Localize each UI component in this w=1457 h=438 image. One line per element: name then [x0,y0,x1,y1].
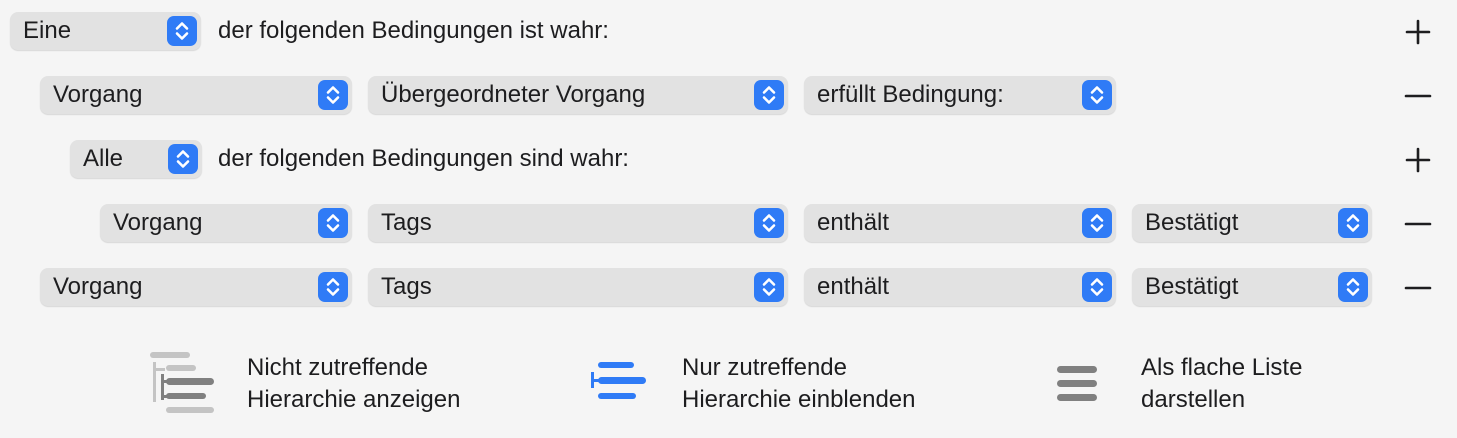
flat-list-icon [1057,366,1097,401]
operator-popup[interactable]: erfüllt Bedingung: [804,76,1116,114]
hierarchy-gray-icon [150,352,214,413]
operator-stepper-icon [1082,272,1112,302]
match-condition-label: der folgenden Bedingungen ist wahr: [218,17,609,44]
field-popup[interactable]: Vorgang [100,204,352,242]
operator-value: enthält [817,273,890,300]
field-popup[interactable]: Vorgang [40,268,352,306]
property-stepper-icon [754,272,784,302]
nested-match-type-stepper-icon [168,144,198,174]
match-type-value: Eine [23,17,72,44]
nested-match-type-value: Alle [83,145,124,172]
property-popup[interactable]: Tags [368,204,788,242]
match-type-popup[interactable]: Eine [10,12,201,50]
value-stepper-icon [1338,272,1368,302]
property-popup[interactable]: Übergeordneter Vorgang [368,76,788,114]
remove-condition-minus-icon[interactable] [1403,209,1433,239]
option-line1: Nicht zutreffende [247,354,428,381]
option-line2: Hierarchie einblenden [682,386,916,413]
remove-condition-minus-icon[interactable] [1403,273,1433,303]
value-popup[interactable]: Bestätigt [1132,268,1372,306]
option-line2: Hierarchie anzeigen [247,386,461,413]
nested-match-condition-label: der folgenden Bedingungen sind wahr: [218,145,629,172]
property-value: Tags [381,209,432,236]
option-line1: Als flache Liste [1141,354,1303,381]
property-value: Tags [381,273,432,300]
operator-popup[interactable]: enthält [804,268,1116,306]
property-stepper-icon [754,208,784,238]
remove-condition-minus-icon[interactable] [1403,81,1433,111]
operator-value: enthält [817,209,890,236]
property-value: Übergeordneter Vorgang [381,81,646,108]
field-value: Vorgang [53,81,143,108]
operator-popup[interactable]: enthält [804,204,1116,242]
match-type-stepper-icon [167,16,197,46]
add-nested-condition-plus-icon[interactable] [1403,145,1433,175]
field-stepper-icon [318,208,348,238]
field-value: Vorgang [113,209,203,236]
property-popup[interactable]: Tags [368,268,788,306]
value-popup[interactable]: Bestätigt [1132,204,1372,242]
field-stepper-icon [318,80,348,110]
field-value: Vorgang [53,273,143,300]
operator-value: erfüllt Bedingung: [817,81,1004,108]
option-line2: darstellen [1141,386,1246,413]
hierarchy-blue-icon [591,362,646,399]
operator-stepper-icon [1082,208,1112,238]
nested-match-type-popup[interactable]: Alle [70,140,202,178]
value-value: Bestätigt [1145,273,1239,300]
field-stepper-icon [318,272,348,302]
field-popup[interactable]: Vorgang [40,76,352,114]
option-line1: Nur zutreffende [682,354,847,381]
property-stepper-icon [754,80,784,110]
operator-stepper-icon [1082,80,1112,110]
value-stepper-icon [1338,208,1368,238]
add-condition-plus-icon[interactable] [1403,17,1433,47]
value-value: Bestätigt [1145,209,1239,236]
